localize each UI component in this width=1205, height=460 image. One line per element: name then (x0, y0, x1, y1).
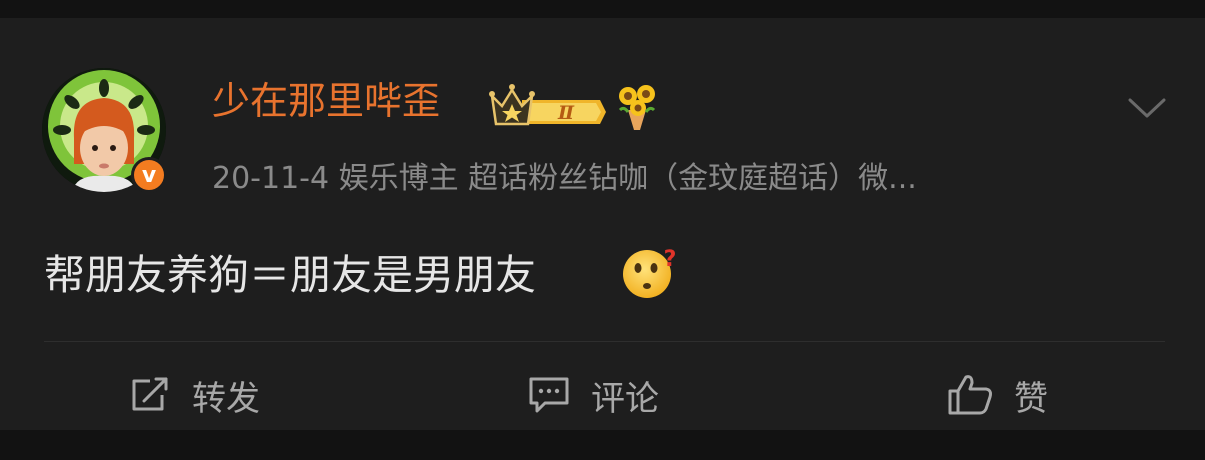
crown-level-icon[interactable]: Ⅱ (488, 76, 608, 132)
like-label: 赞 (1014, 378, 1048, 419)
verified-badge: v (131, 157, 167, 193)
divider (44, 341, 1165, 342)
repost-label: 转发 (192, 378, 260, 419)
chevron-down-icon[interactable] (1122, 90, 1172, 124)
svg-text:Ⅱ: Ⅱ (557, 102, 575, 124)
thumbs-up-icon (948, 375, 992, 415)
username[interactable]: 少在那里哔歪 (212, 78, 440, 124)
comment-icon (529, 377, 569, 413)
repost-button[interactable]: 转发 (128, 370, 260, 420)
post-meta: 20-11-4 娱乐博主 超话粉丝钻咖（金玟庭超话）微... (212, 161, 917, 196)
thinking-emoji-icon: ? (620, 244, 680, 300)
sunflower-bouquet-icon (614, 80, 660, 132)
share-icon (132, 377, 168, 411)
like-button[interactable]: 赞 (946, 370, 1048, 420)
svg-text:?: ? (664, 247, 677, 272)
comment-button[interactable]: 评论 (527, 370, 659, 420)
post-content[interactable]: 帮朋友养狗＝朋友是男朋友 (44, 248, 536, 302)
comment-label: 评论 (591, 378, 659, 419)
post-card: v 少在那里哔歪 Ⅱ 20-11-4 娱乐博主 超话粉丝钻咖（金玟庭超话）微..… (0, 18, 1205, 430)
